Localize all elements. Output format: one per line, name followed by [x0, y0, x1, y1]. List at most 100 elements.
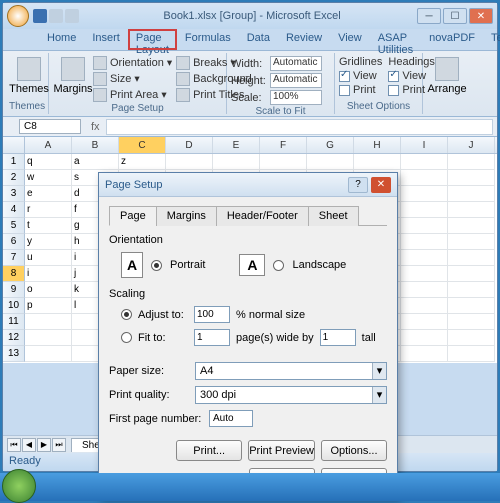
- row-header[interactable]: 3: [3, 186, 25, 202]
- minimize-button[interactable]: ─: [417, 8, 441, 24]
- cell[interactable]: o: [25, 282, 72, 298]
- cell[interactable]: [401, 154, 448, 170]
- cell[interactable]: u: [25, 250, 72, 266]
- office-button[interactable]: [7, 5, 29, 27]
- fit-height-input[interactable]: [320, 329, 356, 346]
- cell[interactable]: [25, 346, 72, 362]
- cell[interactable]: [401, 266, 448, 282]
- row-header[interactable]: 13: [3, 346, 25, 362]
- cell[interactable]: [448, 154, 495, 170]
- fx-icon[interactable]: fx: [91, 121, 100, 133]
- tab-team[interactable]: Team: [483, 29, 500, 50]
- fit-to-radio[interactable]: [121, 332, 132, 343]
- dialog-tab-page[interactable]: Page: [109, 206, 157, 226]
- name-box[interactable]: C8: [19, 119, 81, 134]
- cell[interactable]: [448, 314, 495, 330]
- col-header[interactable]: E: [213, 137, 260, 153]
- cell[interactable]: [448, 298, 495, 314]
- print-button[interactable]: Print...: [176, 440, 242, 461]
- windows-taskbar[interactable]: [0, 473, 500, 501]
- gridlines-view-check[interactable]: View: [339, 69, 382, 83]
- row-header[interactable]: 2: [3, 170, 25, 186]
- tab-review[interactable]: Review: [278, 29, 330, 50]
- col-header[interactable]: I: [401, 137, 448, 153]
- cell[interactable]: [25, 330, 72, 346]
- first-page-input[interactable]: [209, 410, 253, 427]
- cell[interactable]: y: [25, 234, 72, 250]
- row-header[interactable]: 6: [3, 234, 25, 250]
- print-area-button[interactable]: Print Area ▾: [93, 87, 172, 103]
- row-header[interactable]: 1: [3, 154, 25, 170]
- row-header[interactable]: 7: [3, 250, 25, 266]
- cell[interactable]: [448, 186, 495, 202]
- print-quality-combo[interactable]: 300 dpi▾: [195, 386, 387, 404]
- col-header[interactable]: F: [260, 137, 307, 153]
- col-header[interactable]: G: [307, 137, 354, 153]
- col-header[interactable]: H: [354, 137, 401, 153]
- col-header[interactable]: C: [119, 137, 166, 153]
- orientation-button[interactable]: Orientation ▾: [93, 55, 172, 71]
- dialog-tab-sheet[interactable]: Sheet: [308, 206, 359, 226]
- cell[interactable]: [401, 234, 448, 250]
- adjust-to-radio[interactable]: [121, 309, 132, 320]
- start-button[interactable]: [2, 469, 36, 503]
- tab-page-layout[interactable]: Page Layout: [128, 29, 177, 50]
- last-sheet-button[interactable]: ⏭: [52, 438, 66, 452]
- maximize-button[interactable]: ☐: [443, 8, 467, 24]
- row-header[interactable]: 10: [3, 298, 25, 314]
- cell[interactable]: [401, 218, 448, 234]
- scale-control[interactable]: Scale:100%: [231, 89, 330, 106]
- row-header[interactable]: 9: [3, 282, 25, 298]
- themes-button[interactable]: Themes: [9, 55, 49, 97]
- col-header[interactable]: B: [72, 137, 119, 153]
- cell[interactable]: [401, 314, 448, 330]
- cell[interactable]: [401, 346, 448, 362]
- tab-insert[interactable]: Insert: [84, 29, 128, 50]
- cell[interactable]: [448, 218, 495, 234]
- cell[interactable]: w: [25, 170, 72, 186]
- row-header[interactable]: 5: [3, 218, 25, 234]
- cell[interactable]: r: [25, 202, 72, 218]
- cell[interactable]: [401, 282, 448, 298]
- cell[interactable]: a: [72, 154, 119, 170]
- tab-home[interactable]: Home: [39, 29, 84, 50]
- save-icon[interactable]: [33, 9, 47, 23]
- next-sheet-button[interactable]: ▶: [37, 438, 51, 452]
- select-all-corner[interactable]: [3, 137, 25, 153]
- cell[interactable]: [213, 154, 260, 170]
- portrait-radio[interactable]: [151, 260, 162, 271]
- row-header[interactable]: 4: [3, 202, 25, 218]
- dialog-tab-header-footer[interactable]: Header/Footer: [216, 206, 309, 226]
- dialog-close-button[interactable]: ✕: [371, 177, 391, 193]
- dialog-tab-margins[interactable]: Margins: [156, 206, 217, 226]
- cell[interactable]: [307, 154, 354, 170]
- dialog-help-button[interactable]: ?: [348, 177, 368, 193]
- cell[interactable]: [448, 330, 495, 346]
- adjust-to-input[interactable]: [194, 306, 230, 323]
- height-control[interactable]: Height:Automatic: [231, 72, 330, 89]
- gridlines-print-check[interactable]: Print: [339, 83, 382, 97]
- cell[interactable]: i: [25, 266, 72, 282]
- first-sheet-button[interactable]: ⏮: [7, 438, 21, 452]
- cell[interactable]: [448, 170, 495, 186]
- formula-input[interactable]: [106, 119, 493, 135]
- tab-formulas[interactable]: Formulas: [177, 29, 239, 50]
- tab-view[interactable]: View: [330, 29, 370, 50]
- landscape-radio[interactable]: [273, 260, 284, 271]
- cell[interactable]: t: [25, 218, 72, 234]
- undo-icon[interactable]: [49, 9, 63, 23]
- options-button[interactable]: Options...: [321, 440, 387, 461]
- row-header[interactable]: 11: [3, 314, 25, 330]
- cell[interactable]: [448, 266, 495, 282]
- tab-asap[interactable]: ASAP Utilities: [370, 29, 421, 50]
- size-button[interactable]: Size ▾: [93, 71, 172, 87]
- prev-sheet-button[interactable]: ◀: [22, 438, 36, 452]
- tab-data[interactable]: Data: [239, 29, 278, 50]
- cell[interactable]: [166, 154, 213, 170]
- cell[interactable]: [401, 250, 448, 266]
- cell[interactable]: z: [119, 154, 166, 170]
- cell[interactable]: [448, 282, 495, 298]
- redo-icon[interactable]: [65, 9, 79, 23]
- cell[interactable]: e: [25, 186, 72, 202]
- cell[interactable]: [401, 202, 448, 218]
